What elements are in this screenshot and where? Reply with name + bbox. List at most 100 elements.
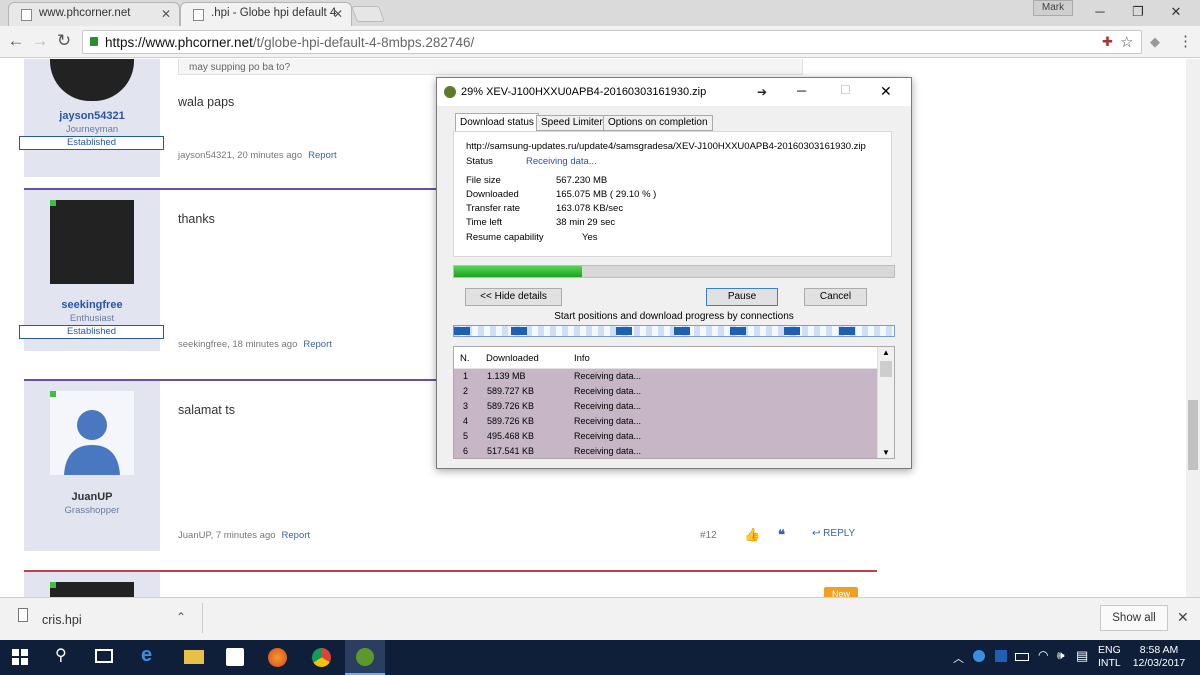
tab-download-status[interactable]: Download status bbox=[455, 113, 539, 132]
column-header[interactable]: N. bbox=[460, 353, 470, 364]
back-icon[interactable]: ← bbox=[6, 31, 26, 51]
reply-arrow-icon: ↩ bbox=[812, 528, 821, 539]
reply-button[interactable]: ↩ REPLY bbox=[812, 528, 855, 539]
bookmark-star-icon[interactable]: ☆ bbox=[1120, 33, 1133, 51]
chevron-up-icon[interactable]: ⌃ bbox=[176, 610, 186, 624]
close-downloads-icon[interactable]: ✕ bbox=[1177, 609, 1189, 626]
column-header[interactable]: Downloaded bbox=[486, 353, 539, 364]
scrollbar-thumb[interactable] bbox=[880, 361, 892, 377]
status-panel: http://samsung-updates.ru/update4/samsgr… bbox=[453, 131, 892, 257]
language-indicator[interactable]: ENG INTL bbox=[1098, 644, 1121, 670]
tab-label: www.phcorner.net bbox=[39, 7, 131, 19]
table-row[interactable]: 2 589.727 KB Receiving data... bbox=[454, 384, 878, 399]
browser-tab-phcorner[interactable]: www.phcorner.net ✕ bbox=[8, 2, 180, 26]
table-row[interactable]: 1 1.139 MB Receiving data... bbox=[454, 369, 878, 384]
forward-icon[interactable]: → bbox=[30, 31, 50, 51]
address-bar[interactable]: https://www.phcorner.net/t/globe-hpi-def… bbox=[82, 30, 1142, 54]
resume-value: Yes bbox=[582, 232, 598, 243]
downloaded-file[interactable]: cris.hpi bbox=[42, 613, 82, 627]
report-link[interactable]: Report bbox=[308, 150, 337, 161]
tab-options-on-completion[interactable]: Options on completion bbox=[603, 115, 713, 131]
user-title: Grasshopper bbox=[64, 505, 120, 516]
pause-button[interactable]: Pause bbox=[706, 288, 778, 306]
online-indicator bbox=[50, 391, 56, 397]
dialog-titlebar[interactable]: 29% XEV-J100HXXU0APB4-20160303161930.zip… bbox=[437, 78, 911, 106]
new-tab-button[interactable] bbox=[351, 6, 385, 22]
task-view-icon[interactable] bbox=[95, 649, 113, 663]
conn-number: 6 bbox=[463, 446, 469, 456]
minimize-icon[interactable]: ─ bbox=[1082, 2, 1118, 22]
firefox-icon[interactable] bbox=[268, 648, 287, 667]
profile-button[interactable]: Mark bbox=[1033, 0, 1073, 16]
like-icon[interactable]: 👍 bbox=[744, 527, 760, 543]
username[interactable]: jayson54321 bbox=[24, 110, 160, 122]
conn-downloaded: 1.139 MB bbox=[487, 371, 526, 381]
edge-icon[interactable]: e bbox=[141, 644, 152, 667]
bluetooth-icon[interactable] bbox=[995, 650, 1007, 662]
search-icon[interactable]: ⚲ bbox=[55, 645, 67, 665]
table-scrollbar[interactable]: ▲ ▼ bbox=[877, 347, 894, 458]
page-scrollbar[interactable] bbox=[1186, 59, 1200, 597]
tab-speed-limiter[interactable]: Speed Limiter bbox=[536, 115, 608, 131]
notification-icon[interactable]: ▤ bbox=[1076, 648, 1088, 664]
avatar[interactable] bbox=[50, 582, 134, 597]
conn-number: 1 bbox=[463, 371, 469, 381]
connections-table[interactable]: N. Downloaded Info 1 1.139 MB Receiving … bbox=[453, 346, 895, 459]
column-header[interactable]: Info bbox=[574, 353, 590, 364]
wifi-icon[interactable]: ◠ bbox=[1038, 648, 1048, 662]
chevron-up-icon[interactable]: ︿ bbox=[953, 650, 964, 666]
scroll-down-icon[interactable]: ▼ bbox=[882, 448, 890, 457]
maximize-icon[interactable]: ❐ bbox=[1120, 2, 1156, 22]
windows-start-icon[interactable] bbox=[12, 649, 28, 665]
report-link[interactable]: Report bbox=[282, 530, 311, 541]
post-user-panel: seekingfree Enthusiast Established bbox=[19, 190, 164, 351]
report-link[interactable]: Report bbox=[303, 339, 332, 350]
battery-icon[interactable] bbox=[1015, 653, 1029, 661]
scroll-up-icon[interactable]: ▲ bbox=[882, 348, 890, 357]
tray-app-icon[interactable] bbox=[973, 650, 985, 662]
volume-icon[interactable]: 🕪 bbox=[1057, 648, 1065, 663]
windows-logo-icon bbox=[12, 649, 28, 665]
divider bbox=[202, 603, 203, 633]
username[interactable]: seekingfree bbox=[24, 299, 160, 311]
show-all-button[interactable]: Show all bbox=[1100, 605, 1168, 631]
table-row[interactable]: 5 495.468 KB Receiving data... bbox=[454, 429, 878, 444]
downloaded-value: 165.075 MB ( 29.10 % ) bbox=[556, 189, 657, 200]
maximize-icon[interactable]: ☐ bbox=[840, 83, 851, 97]
reload-icon[interactable]: ↻ bbox=[54, 31, 74, 51]
extension-cube-icon[interactable]: ◆ bbox=[1150, 34, 1160, 50]
post-author-time: seekingfree, 18 minutes ago bbox=[178, 339, 298, 350]
close-icon[interactable]: ✕ bbox=[880, 83, 892, 100]
table-row[interactable]: 3 589.726 KB Receiving data... bbox=[454, 399, 878, 414]
close-tab-icon[interactable]: ✕ bbox=[333, 7, 343, 21]
status-label: Status bbox=[466, 156, 493, 167]
avatar[interactable] bbox=[50, 59, 134, 101]
table-row[interactable]: 6 517.541 KB Receiving data... bbox=[454, 444, 878, 458]
resume-label: Resume capability bbox=[466, 232, 544, 243]
idm-taskbar-button[interactable] bbox=[345, 640, 385, 675]
cancel-button[interactable]: Cancel bbox=[804, 288, 867, 306]
user-title: Journeyman bbox=[65, 124, 119, 135]
store-icon[interactable] bbox=[226, 648, 244, 666]
browser-tab-hpi[interactable]: .hpi - Globe hpi default 4 ✕ bbox=[180, 2, 352, 26]
minimize-icon[interactable]: ─ bbox=[797, 83, 806, 98]
hide-details-button[interactable]: << Hide details bbox=[465, 288, 562, 306]
menu-icon[interactable]: ⋮ bbox=[1178, 32, 1193, 50]
conn-number: 4 bbox=[463, 416, 469, 426]
conn-info: Receiving data... bbox=[574, 446, 642, 456]
table-row[interactable]: 4 589.726 KB Receiving data... bbox=[454, 414, 878, 429]
avatar[interactable] bbox=[50, 391, 134, 475]
conn-info: Receiving data... bbox=[574, 371, 642, 381]
file-explorer-icon[interactable] bbox=[184, 650, 204, 664]
username[interactable]: JuanUP bbox=[24, 491, 160, 503]
scrollbar-thumb[interactable] bbox=[1188, 400, 1198, 470]
close-tab-icon[interactable]: ✕ bbox=[161, 7, 171, 21]
quote-icon[interactable]: ❝ bbox=[778, 527, 785, 543]
post-number[interactable]: #12 bbox=[700, 530, 717, 541]
chrome-icon[interactable] bbox=[312, 648, 331, 667]
avatar[interactable] bbox=[50, 200, 134, 284]
connection-segment bbox=[616, 327, 632, 335]
close-window-icon[interactable]: ✕ bbox=[1158, 2, 1194, 22]
extension-icon[interactable]: ✚ bbox=[1102, 34, 1113, 50]
clock[interactable]: 8:58 AM 12/03/2017 bbox=[1130, 644, 1188, 670]
